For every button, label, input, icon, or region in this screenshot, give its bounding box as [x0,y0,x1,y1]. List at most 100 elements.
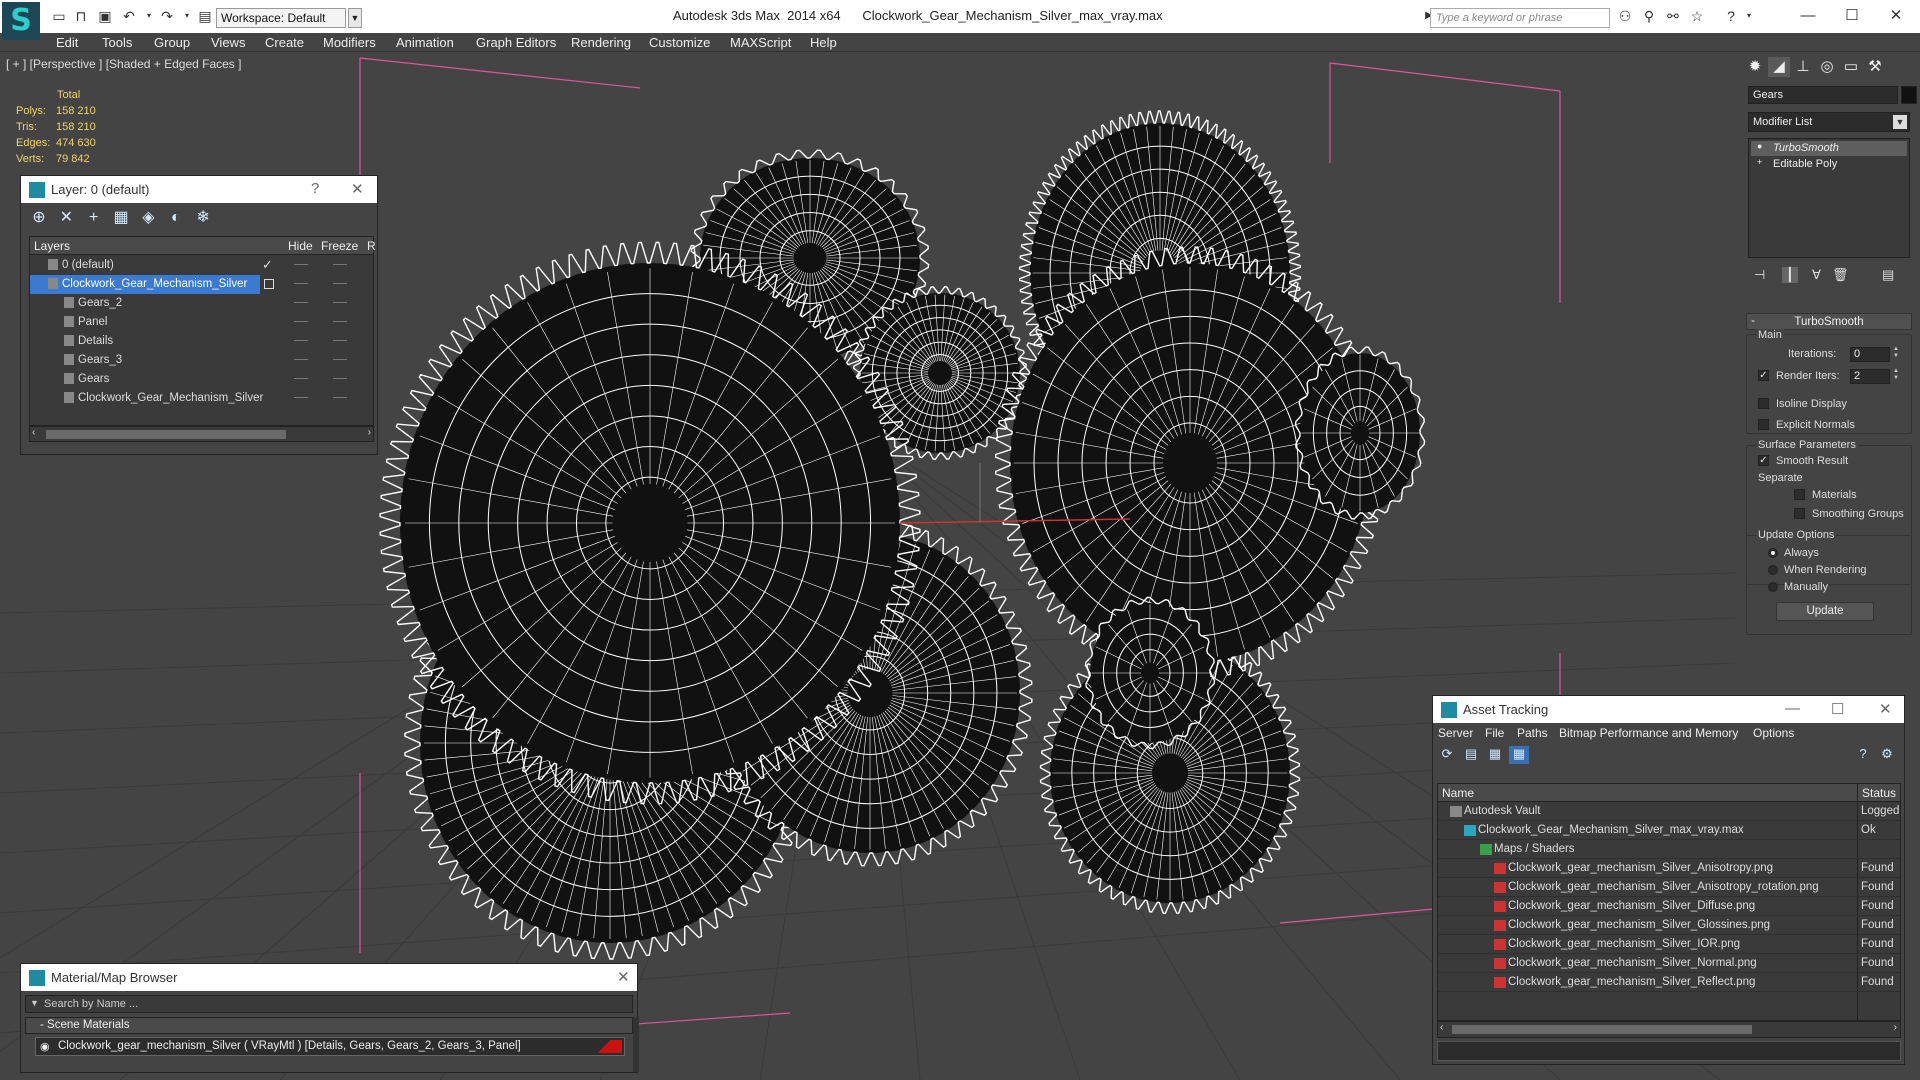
layer-current-box[interactable] [264,279,274,289]
render-iters-checkbox[interactable]: ✓ [1758,370,1769,381]
hide-toggle[interactable] [294,321,308,322]
freeze-toggle[interactable] [333,321,347,322]
freeze-toggle[interactable] [333,283,347,284]
smooth-result-checkbox[interactable]: ✓ [1758,455,1769,466]
viewport-label[interactable]: [ + ] [Perspective ] [Shaded + Edged Fac… [6,57,241,71]
update-button[interactable]: Update [1776,602,1874,621]
hide-toggle[interactable] [294,378,308,379]
asset-row[interactable]: Clockwork_Gear_Mechanism_Silver_max_vray… [1438,821,1900,840]
filter-icon[interactable]: ▼ [30,998,39,1008]
undo-icon[interactable]: ↶ [120,7,138,25]
close-icon[interactable]: ✕ [1876,4,1916,28]
layer-panel-titlebar[interactable]: Layer: 0 (default) ? ✕ [21,176,377,203]
maximize-icon[interactable]: ☐ [1832,4,1872,28]
menu-modifiers[interactable]: Modifiers [323,35,376,50]
utilities-tab-icon[interactable]: ⚒ [1864,57,1886,77]
delete-layer-icon[interactable]: ✕ [54,207,78,227]
chevron-down-icon[interactable]: ▼ [1893,115,1907,129]
help-icon[interactable]: ? [1853,746,1873,764]
layer-row[interactable]: Gears_2 [30,294,373,313]
hide-toggle[interactable] [294,340,308,341]
workspace-dropdown-icon[interactable]: ▼ [348,8,362,28]
column-freeze[interactable]: Freeze [321,239,358,253]
workspace-select[interactable]: Workspace: Default [216,8,346,28]
maximize-icon[interactable]: ☐ [1831,700,1844,718]
menu-paths[interactable]: Paths [1517,726,1548,740]
freeze-toggle[interactable] [333,302,347,303]
add-to-layer-icon[interactable]: + [82,209,106,227]
material-item[interactable]: ◉ Clockwork_gear_mechanism_Silver ( VRay… [35,1037,625,1056]
hide-toggle[interactable] [294,359,308,360]
new-file-icon[interactable]: ▭ [50,7,68,25]
materials-checkbox[interactable] [1794,489,1805,500]
hide-all-icon[interactable]: ◐ [164,209,188,227]
undo-dropdown-icon[interactable]: ▾ [140,7,158,25]
collapse-minus-icon[interactable]: - [1751,315,1755,327]
menu-views[interactable]: Views [211,35,245,50]
isoline-display-checkbox[interactable] [1758,398,1769,409]
scrollbar-thumb[interactable] [1452,1025,1752,1034]
menu-server[interactable]: Server [1438,726,1473,740]
hide-toggle[interactable] [294,302,308,303]
close-icon[interactable]: ✕ [1879,700,1892,718]
menu-bitmap-performance[interactable]: Bitmap Performance and Memory [1559,726,1738,740]
current-layer-check-icon[interactable]: ✓ [262,257,273,273]
menu-animation[interactable]: Animation [396,35,454,50]
make-unique-icon[interactable]: ∀ [1812,267,1821,283]
help-dropdown-icon[interactable]: ▾ [1740,7,1758,25]
explicit-normals-checkbox[interactable] [1758,419,1769,430]
hierarchy-tab-icon[interactable]: ⊥ [1792,57,1814,77]
menu-maxscript[interactable]: MAXScript [730,35,791,50]
table-view-icon[interactable]: ▦ [1509,746,1529,764]
hide-toggle[interactable] [294,283,308,284]
remove-modifier-icon[interactable]: 🗑 [1832,267,1849,283]
app-logo-icon[interactable]: S [2,2,40,40]
project-folder-icon[interactable]: ▤ [196,7,214,25]
menu-customize[interactable]: Customize [649,35,710,50]
column-hide[interactable]: Hide [288,239,313,253]
asset-panel-titlebar[interactable]: Asset Tracking — ☐ ✕ [1433,696,1904,723]
scene-materials-group[interactable]: - Scene Materials [25,1017,633,1034]
pin-stack-icon[interactable]: ⊣ [1754,267,1765,283]
asset-row[interactable]: Clockwork_gear_mechanism_Silver_Normal.p… [1438,954,1900,973]
column-render[interactable]: R [367,239,376,253]
layer-row[interactable]: Clockwork_Gear_Mechanism_Silver [30,275,260,294]
iterations-spinner[interactable]: 0 [1850,347,1890,362]
menu-help[interactable]: Help [810,35,837,50]
stack-item-turbosmooth[interactable]: ● TurboSmooth [1751,141,1907,156]
help-icon[interactable]: ? [1722,7,1740,25]
refresh-icon[interactable]: ⟳ [1437,746,1457,764]
create-tab-icon[interactable]: ✹ [1744,57,1766,77]
select-in-layer-icon[interactable]: ▦ [109,207,133,227]
layer-row[interactable]: Gears [30,370,373,389]
object-color-swatch[interactable] [1901,86,1917,104]
freeze-toggle[interactable] [333,359,347,360]
redo-dropdown-icon[interactable]: ▾ [178,7,196,25]
configure-sets-icon[interactable]: ▤ [1882,267,1894,283]
expand-plus-icon[interactable]: + [1757,157,1762,167]
hide-toggle[interactable] [294,264,308,265]
redo-icon[interactable]: ↷ [158,7,176,25]
stack-item-editable-poly[interactable]: + Editable Poly [1751,157,1907,172]
scroll-left-icon[interactable]: ‹ [32,427,35,438]
menu-edit[interactable]: Edit [56,35,78,50]
column-status[interactable]: Status [1862,786,1896,800]
asset-row[interactable]: Clockwork_gear_mechanism_Silver_Glossine… [1438,916,1900,935]
layer-horizontal-scrollbar[interactable]: ‹ › [29,426,374,442]
asset-row[interactable]: Clockwork_gear_mechanism_Silver_IOR.png F… [1438,935,1900,954]
lightbulb-icon[interactable]: ● [1757,141,1762,151]
motion-tab-icon[interactable]: ◎ [1816,57,1838,77]
minimize-icon[interactable]: — [1785,700,1800,717]
show-end-result-icon[interactable]: ┃ [1782,267,1798,283]
communication-icon[interactable]: ⚯ [1664,7,1682,25]
layer-row[interactable]: Clockwork_Gear_Mechanism_Silver [30,389,373,408]
favorites-star-icon[interactable]: ☆ [1688,7,1706,25]
menu-tools[interactable]: Tools [102,35,132,50]
open-file-icon[interactable]: ⊓ [72,7,90,25]
close-icon[interactable]: ✕ [351,180,364,198]
help-search-input[interactable]: Type a keyword or phrase [1430,8,1610,28]
display-tab-icon[interactable]: ▭ [1840,57,1862,77]
layer-row[interactable]: 0 (default) ✓ [30,256,373,275]
scrollbar-thumb[interactable] [46,430,286,439]
freeze-toggle[interactable] [333,264,347,265]
